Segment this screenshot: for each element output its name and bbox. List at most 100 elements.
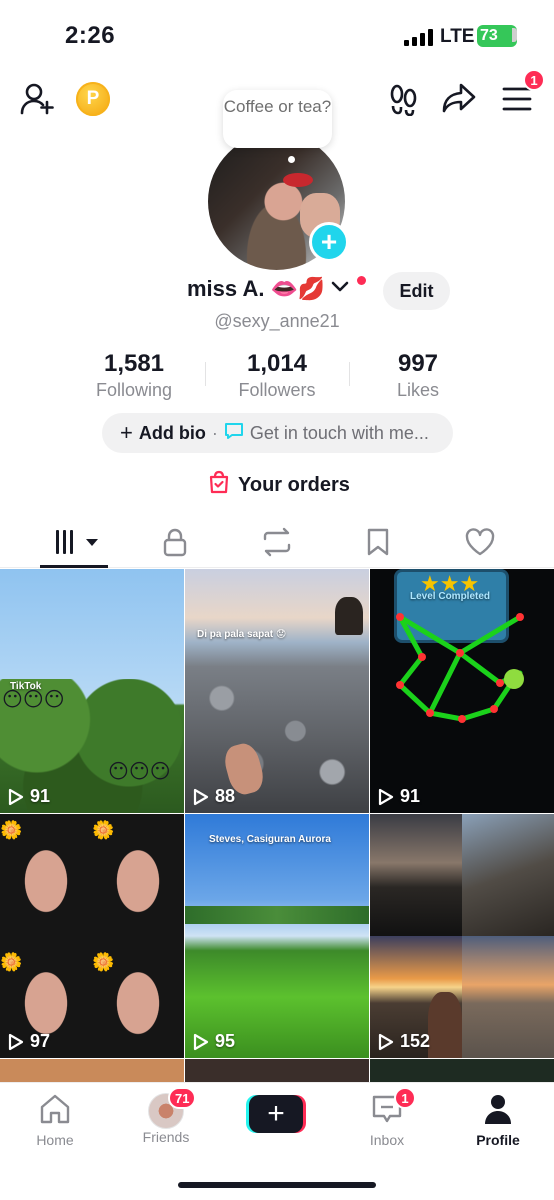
emoji-row: 😶😶😶 [108,761,171,783]
video-tile[interactable]: TikTok 😶😶😶 😶😶😶 91 [0,569,184,813]
bio-separator: · [211,422,218,443]
notification-dot [357,276,366,285]
add-friend-icon[interactable] [20,82,54,121]
orders-link[interactable]: Your orders [208,470,350,500]
footprints-icon[interactable] [388,82,420,121]
sunset-photo [462,936,554,1058]
chevron-down-icon[interactable] [331,280,349,298]
plus-icon: + [249,1095,303,1133]
stat-likes[interactable]: 997 Likes [343,350,493,401]
view-count: 152 [378,1031,430,1052]
home-icon [40,1094,70,1124]
rock-formation [335,597,363,635]
edit-button[interactable]: Edit [383,272,450,310]
tile-caption: Di pa pala sapat 😟 [197,629,287,640]
view-count-value: 91 [30,786,51,806]
flower-icon: 🌼 [0,820,23,840]
view-count-value: 95 [215,1031,236,1051]
nav-label: Home [36,1132,74,1148]
content-tabs [0,518,554,566]
sunset-photo [462,814,554,936]
flower-icon: 🌼 [92,952,115,972]
view-count: 95 [193,1031,235,1052]
nav-label: Inbox [369,1132,405,1148]
stat-value: 997 [397,350,439,377]
stat-label: Followers [238,380,316,400]
tab-videos[interactable] [44,524,104,560]
view-count: 88 [193,786,235,807]
view-count: 91 [8,786,50,807]
tab-favorites[interactable] [348,524,408,560]
emoji-row: 😶😶😶 [2,689,65,711]
orders-label: Your orders [238,473,350,496]
add-avatar-button[interactable]: + [309,222,349,262]
friends-badge: 71 [168,1087,197,1109]
contact-button[interactable]: Get in touch with me... [250,423,429,444]
view-count: 97 [8,1031,50,1052]
person-silhouette [428,992,462,1058]
bio-pill[interactable]: + Add bio · Get in touch with me... [102,413,453,453]
username: @sexy_anne21 [214,311,340,331]
view-count-value: 88 [215,786,236,806]
nav-home[interactable]: Home [10,1093,100,1148]
sunset-photo [370,814,462,936]
profile-icon [485,1095,511,1124]
battery-icon: 73 [477,25,517,47]
battery-nub [512,28,517,42]
flower-icon: 🌼 [92,820,115,840]
tab-reposts[interactable] [247,524,307,560]
video-tile[interactable] [185,1059,369,1083]
coin-icon[interactable]: P [76,82,110,116]
snake-path [396,613,524,723]
share-icon[interactable] [442,82,476,119]
view-count: 91 [378,786,420,807]
network-label: LTE [440,26,475,47]
menu-badge: 1 [523,69,545,91]
flower-icon: 🌼 [0,952,23,972]
tile-caption: Steves, Casiguran Aurora [209,834,331,845]
nav-profile[interactable]: Profile [453,1093,543,1148]
tree-line [185,906,369,924]
stat-followers[interactable]: 1,014 Followers [202,350,352,401]
menu-icon[interactable] [502,86,532,117]
active-tab-indicator [40,565,108,568]
status-time: 2:26 [65,22,116,49]
stat-label: Following [95,380,173,400]
create-button[interactable]: + [246,1095,306,1133]
display-name: miss A. [187,276,265,301]
status-bar: 2:26 LTE 73 [0,0,554,72]
view-count-value: 97 [30,1031,51,1051]
video-tile[interactable]: ★★★ Level Completed 91 [370,569,554,813]
avatar-lips [283,173,313,187]
stat-label: Likes [396,380,440,400]
video-tile[interactable] [370,1059,554,1083]
stat-value: 1,581 [103,350,165,377]
tab-liked[interactable] [450,524,510,560]
inbox-badge: 1 [394,1087,416,1109]
note-dot [288,156,295,163]
tab-private[interactable] [145,524,205,560]
name-emojis: 👄💋 [270,276,326,301]
stat-following[interactable]: 1,581 Following [59,350,209,401]
view-count-value: 152 [400,1031,431,1051]
battery-level: 73 [480,27,498,44]
nav-label: Profile [476,1132,520,1148]
name-row[interactable]: miss A. 👄💋 [187,276,349,302]
stat-value: 1,014 [246,350,308,377]
video-tile[interactable] [0,1059,184,1083]
nav-label: Friends [142,1129,190,1145]
plus-icon: + [120,420,133,445]
nav-inbox[interactable]: Inbox [342,1093,432,1148]
video-tile[interactable]: Steves, Casiguran Aurora 95 [185,814,369,1058]
note-bubble[interactable]: Coffee or tea? [223,90,332,148]
video-tile[interactable]: 152 [370,814,554,1058]
view-count-value: 91 [400,786,421,806]
nav-friends[interactable]: Friends [121,1093,211,1145]
signal-icon [404,28,433,46]
video-tile[interactable]: 🌼 🌼 🌼 🌼 97 [0,814,184,1058]
add-bio-button[interactable]: Add bio [139,423,206,444]
chat-bubble-icon [224,421,244,446]
home-indicator [178,1182,376,1188]
video-tile[interactable]: Di pa pala sapat 😟 88 [185,569,369,813]
shopping-bag-icon [208,470,230,500]
